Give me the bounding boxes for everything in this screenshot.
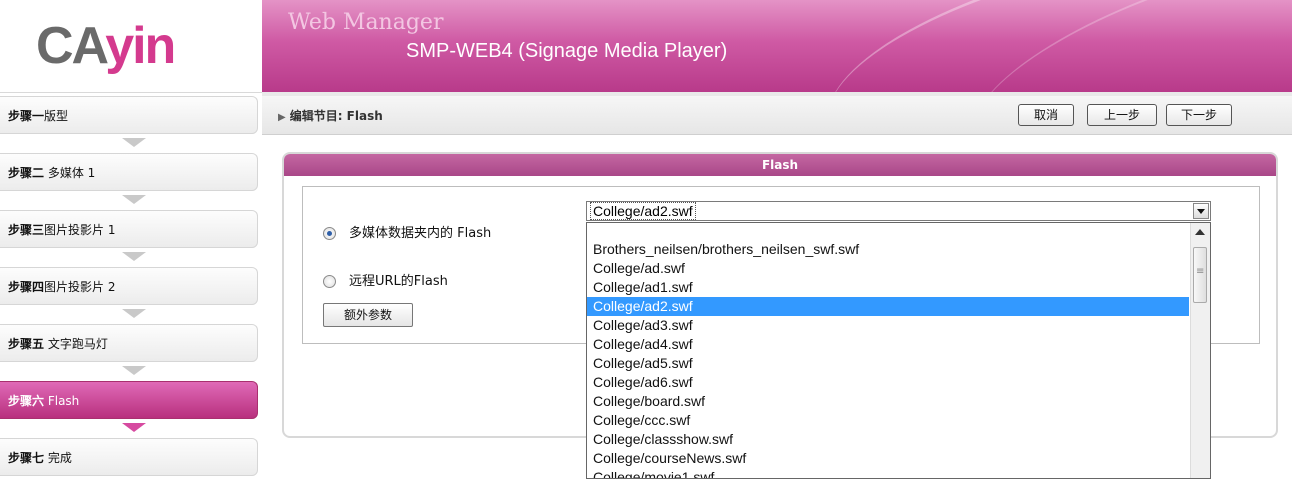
scrollbar-thumb[interactable]: [1193, 247, 1207, 303]
dropdown-option[interactable]: College/courseNews.swf: [587, 449, 1189, 468]
sidebar-step-4[interactable]: 步骤四图片投影片 2: [0, 267, 258, 305]
dropdown-option[interactable]: Brothers_neilsen/brothers_neilsen_swf.sw…: [587, 240, 1189, 259]
dropdown-option[interactable]: College/ccc.swf: [587, 411, 1189, 430]
step-prefix: 步骤一: [8, 109, 45, 123]
panel-title: Flash: [284, 154, 1276, 176]
step-arrow-icon: [0, 191, 262, 210]
dropdown-scrollbar[interactable]: [1190, 223, 1210, 478]
dropdown-option[interactable]: College/ad3.swf: [587, 316, 1189, 335]
previous-step-button[interactable]: 上一步: [1087, 104, 1157, 126]
sidebar-step-6-active[interactable]: 步骤六 Flash: [0, 381, 258, 419]
step-label: 图片投影片 2: [44, 280, 116, 294]
remote-url-radio[interactable]: [323, 275, 336, 288]
flash-file-select[interactable]: College/ad2.swf: [586, 201, 1211, 221]
step-label: 版型: [44, 109, 69, 123]
step-prefix: 步骤二: [8, 166, 45, 180]
dropdown-option[interactable]: College/ad5.swf: [587, 354, 1189, 373]
step-label: 多媒体 1: [44, 166, 96, 180]
step-prefix: 步骤五: [8, 337, 45, 351]
triangle-right-icon: ▶: [278, 112, 286, 123]
sidebar-step-3[interactable]: 步骤三图片投影片 1: [0, 210, 258, 248]
media-folder-radio[interactable]: [323, 227, 336, 240]
dropdown-option[interactable]: College/ad6.swf: [587, 373, 1189, 392]
step-arrow-icon: [0, 362, 262, 381]
header-banner: Web Manager SMP-WEB4 (Signage Media Play…: [262, 0, 1292, 96]
breadcrumb: ▶ 编辑节目: Flash: [278, 107, 383, 124]
step-prefix: 步骤七: [8, 451, 45, 465]
logo-area: CAyin: [0, 0, 263, 93]
sidebar-step-7[interactable]: 步骤七 完成: [0, 438, 258, 476]
dropdown-option[interactable]: College/movie1.swf: [587, 468, 1189, 478]
step-label: 文字跑马灯: [44, 337, 108, 351]
step-arrow-icon: [0, 248, 262, 267]
product-title: SMP-WEB4 (Signage Media Player): [406, 40, 728, 62]
dropdown-option-selected[interactable]: College/ad2.swf: [587, 297, 1189, 316]
logo-text-ca: CA: [36, 17, 107, 75]
dropdown-option[interactable]: College/ad.swf: [587, 259, 1189, 278]
dropdown-option[interactable]: College/ad1.swf: [587, 278, 1189, 297]
step-label: 完成: [44, 451, 72, 465]
scroll-up-icon[interactable]: [1195, 229, 1205, 235]
step-prefix: 步骤三: [8, 223, 45, 237]
toolbar: ▶ 编辑节目: Flash 取消 上一步 下一步: [262, 96, 1292, 135]
flash-file-dropdown[interactable]: Brothers_neilsen/brothers_neilsen_swf.sw…: [586, 222, 1211, 479]
step-label: 图片投影片 1: [44, 223, 116, 237]
cancel-button[interactable]: 取消: [1018, 104, 1074, 126]
sidebar-step-5[interactable]: 步骤五 文字跑马灯: [0, 324, 258, 362]
logo-text-yin: yin: [105, 17, 176, 75]
header-subtitle: Web Manager: [288, 10, 444, 35]
step-prefix: 步骤六: [8, 394, 45, 408]
step-prefix: 步骤四: [8, 280, 45, 294]
dropdown-option[interactable]: College/ad4.swf: [587, 335, 1189, 354]
step-label: Flash: [44, 394, 80, 408]
step-sidebar: 步骤一版型 步骤二 多媒体 1 步骤三图片投影片 1 步骤四图片投影片 2 步骤…: [0, 96, 262, 476]
cayin-logo: CAyin: [36, 18, 226, 74]
dropdown-blank-option[interactable]: [587, 223, 1189, 240]
selected-value: College/ad2.swf: [590, 202, 696, 220]
step-arrow-icon: [0, 419, 262, 438]
step-arrow-icon: [0, 305, 262, 324]
dropdown-option[interactable]: College/board.swf: [587, 392, 1189, 411]
sidebar-step-1[interactable]: 步骤一版型: [0, 96, 258, 134]
sidebar-step-2[interactable]: 步骤二 多媒体 1: [0, 153, 258, 191]
dropdown-option[interactable]: College/classshow.swf: [587, 430, 1189, 449]
step-arrow-icon: [0, 134, 262, 153]
extra-params-button[interactable]: 额外参数: [323, 303, 413, 327]
media-folder-option-label: 多媒体数据夹内的 Flash: [349, 226, 492, 241]
dropdown-options: Brothers_neilsen/brothers_neilsen_swf.sw…: [587, 223, 1189, 478]
remote-url-option-label: 远程URL的Flash: [349, 274, 448, 289]
next-step-button[interactable]: 下一步: [1166, 104, 1232, 126]
chevron-down-icon[interactable]: [1193, 203, 1209, 219]
breadcrumb-text: 编辑节目: Flash: [289, 109, 383, 123]
